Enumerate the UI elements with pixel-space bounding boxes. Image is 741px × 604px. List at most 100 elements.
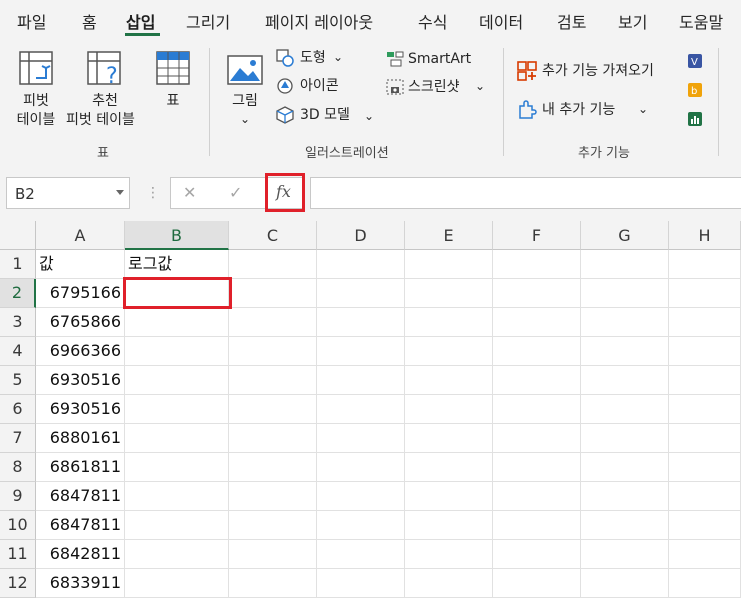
chevron-down-icon[interactable] (116, 190, 124, 195)
cell-empty[interactable] (669, 250, 741, 279)
cell-empty[interactable] (229, 395, 317, 424)
cell-empty[interactable] (581, 366, 669, 395)
cell-empty[interactable] (229, 424, 317, 453)
cell-empty[interactable] (669, 395, 741, 424)
cell-empty[interactable] (317, 337, 405, 366)
tab-file[interactable]: 파일 (17, 9, 46, 33)
cell-b[interactable]: 로그값 (125, 250, 229, 279)
cell-empty[interactable] (493, 511, 581, 540)
cell-empty[interactable] (405, 453, 493, 482)
cell-empty[interactable] (317, 279, 405, 308)
cell-b[interactable] (125, 569, 229, 598)
column-header-d[interactable]: D (317, 221, 405, 250)
row-header[interactable]: 3 (0, 308, 36, 337)
cell-empty[interactable] (405, 511, 493, 540)
cell-empty[interactable] (493, 308, 581, 337)
cell-empty[interactable] (581, 453, 669, 482)
cell-empty[interactable] (229, 279, 317, 308)
bing-maps-icon[interactable]: b (686, 81, 704, 99)
cell-a[interactable]: 6861811 (36, 453, 125, 482)
cell-empty[interactable] (405, 308, 493, 337)
cell-empty[interactable] (405, 250, 493, 279)
cell-a[interactable]: 값 (36, 250, 125, 279)
tab-insert[interactable]: 삽입 (126, 9, 155, 33)
cell-b[interactable] (125, 395, 229, 424)
row-header[interactable]: 8 (0, 453, 36, 482)
cell-a[interactable]: 6930516 (36, 395, 125, 424)
cell-empty[interactable] (581, 337, 669, 366)
cell-empty[interactable] (317, 511, 405, 540)
cell-empty[interactable] (405, 424, 493, 453)
column-header-h[interactable]: H (669, 221, 741, 250)
cell-b[interactable] (125, 424, 229, 453)
cell-empty[interactable] (317, 250, 405, 279)
cell-empty[interactable] (493, 569, 581, 598)
cell-a[interactable]: 6795166 (36, 279, 125, 308)
cell-empty[interactable] (669, 511, 741, 540)
cell-empty[interactable] (493, 540, 581, 569)
cell-a[interactable]: 6847811 (36, 482, 125, 511)
cell-empty[interactable] (229, 540, 317, 569)
cell-a[interactable]: 6765866 (36, 308, 125, 337)
column-header-e[interactable]: E (405, 221, 493, 250)
cell-empty[interactable] (493, 366, 581, 395)
formula-input[interactable] (310, 177, 741, 209)
row-header[interactable]: 12 (0, 569, 36, 598)
tab-data[interactable]: 데이터 (479, 9, 523, 33)
cell-b[interactable] (125, 308, 229, 337)
cell-a[interactable]: 6842811 (36, 540, 125, 569)
row-header[interactable]: 4 (0, 337, 36, 366)
cell-empty[interactable] (669, 569, 741, 598)
cell-empty[interactable] (581, 250, 669, 279)
tab-help[interactable]: 도움말 (679, 9, 723, 33)
enter-icon[interactable]: ✓ (229, 184, 242, 202)
cell-empty[interactable] (229, 250, 317, 279)
tab-draw[interactable]: 그리기 (186, 9, 230, 33)
cell-empty[interactable] (317, 395, 405, 424)
cell-b[interactable] (125, 540, 229, 569)
cell-b[interactable] (125, 453, 229, 482)
tab-page-layout[interactable]: 페이지 레이아웃 (265, 9, 373, 33)
cell-empty[interactable] (493, 337, 581, 366)
cell-empty[interactable] (581, 424, 669, 453)
cell-a[interactable]: 6880161 (36, 424, 125, 453)
cell-b[interactable] (125, 511, 229, 540)
cell-empty[interactable] (669, 453, 741, 482)
tab-formulas[interactable]: 수식 (418, 9, 447, 33)
cell-empty[interactable] (581, 308, 669, 337)
cell-empty[interactable] (405, 569, 493, 598)
cell-empty[interactable] (229, 511, 317, 540)
cell-empty[interactable] (229, 366, 317, 395)
row-header[interactable]: 10 (0, 511, 36, 540)
column-header-c[interactable]: C (229, 221, 317, 250)
cell-empty[interactable] (581, 540, 669, 569)
row-header[interactable]: 6 (0, 395, 36, 424)
cell-empty[interactable] (317, 540, 405, 569)
cell-empty[interactable] (405, 337, 493, 366)
cell-empty[interactable] (493, 424, 581, 453)
row-header[interactable]: 7 (0, 424, 36, 453)
cell-empty[interactable] (405, 366, 493, 395)
cell-empty[interactable] (669, 482, 741, 511)
cell-empty[interactable] (229, 569, 317, 598)
visio-icon[interactable]: V (686, 52, 704, 70)
cell-empty[interactable] (493, 250, 581, 279)
cell-a[interactable]: 6847811 (36, 511, 125, 540)
cell-b[interactable] (125, 337, 229, 366)
cell-empty[interactable] (229, 453, 317, 482)
cell-a[interactable]: 6966366 (36, 337, 125, 366)
name-box[interactable]: B2 (6, 177, 130, 209)
cell-empty[interactable] (493, 453, 581, 482)
tab-home[interactable]: 홈 (82, 9, 97, 33)
people-graph-icon[interactable] (686, 110, 704, 128)
row-header[interactable]: 5 (0, 366, 36, 395)
cell-empty[interactable] (229, 308, 317, 337)
column-header-f[interactable]: F (493, 221, 581, 250)
row-header[interactable]: 11 (0, 540, 36, 569)
cell-b[interactable] (125, 366, 229, 395)
cell-empty[interactable] (405, 540, 493, 569)
row-header[interactable]: 9 (0, 482, 36, 511)
cell-empty[interactable] (229, 337, 317, 366)
cell-empty[interactable] (317, 569, 405, 598)
cell-empty[interactable] (581, 511, 669, 540)
